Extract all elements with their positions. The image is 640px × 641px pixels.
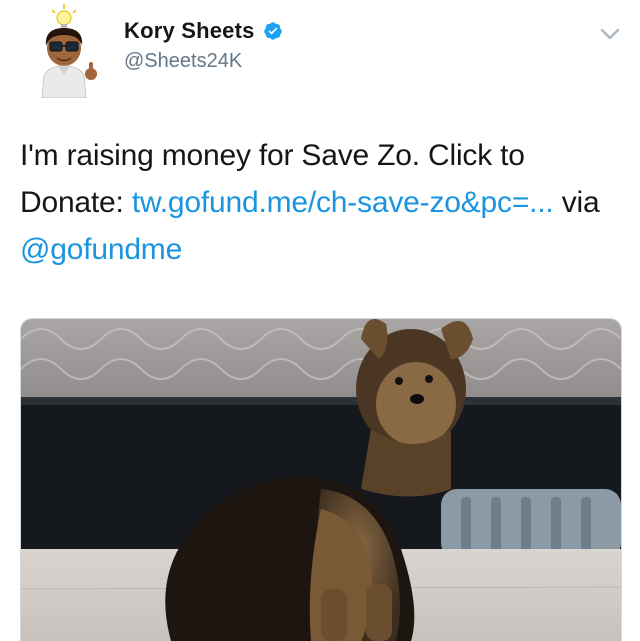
- tweet-header: Kory Sheets @Sheets24K: [0, 0, 640, 110]
- tweet-text-via: via: [561, 186, 600, 219]
- tweet-mention[interactable]: @gofundme: [20, 233, 182, 266]
- avatar[interactable]: [28, 2, 108, 99]
- verified-badge-icon: [263, 22, 282, 40]
- tweet-media-photo[interactable]: [20, 318, 622, 641]
- chevron-down-icon[interactable]: [598, 22, 622, 46]
- tweet-link[interactable]: tw.gofund.me/ch-save-zo&pc=...: [132, 186, 554, 219]
- dog-photo: [21, 319, 621, 641]
- tweet-text: I'm raising money for Save Zo. Click to …: [20, 132, 620, 273]
- user-name[interactable]: Kory Sheets: [124, 18, 255, 44]
- user-handle[interactable]: @Sheets24K: [124, 50, 242, 73]
- user-name-row: Kory Sheets: [124, 18, 283, 44]
- lightbulb-icon: [51, 4, 77, 29]
